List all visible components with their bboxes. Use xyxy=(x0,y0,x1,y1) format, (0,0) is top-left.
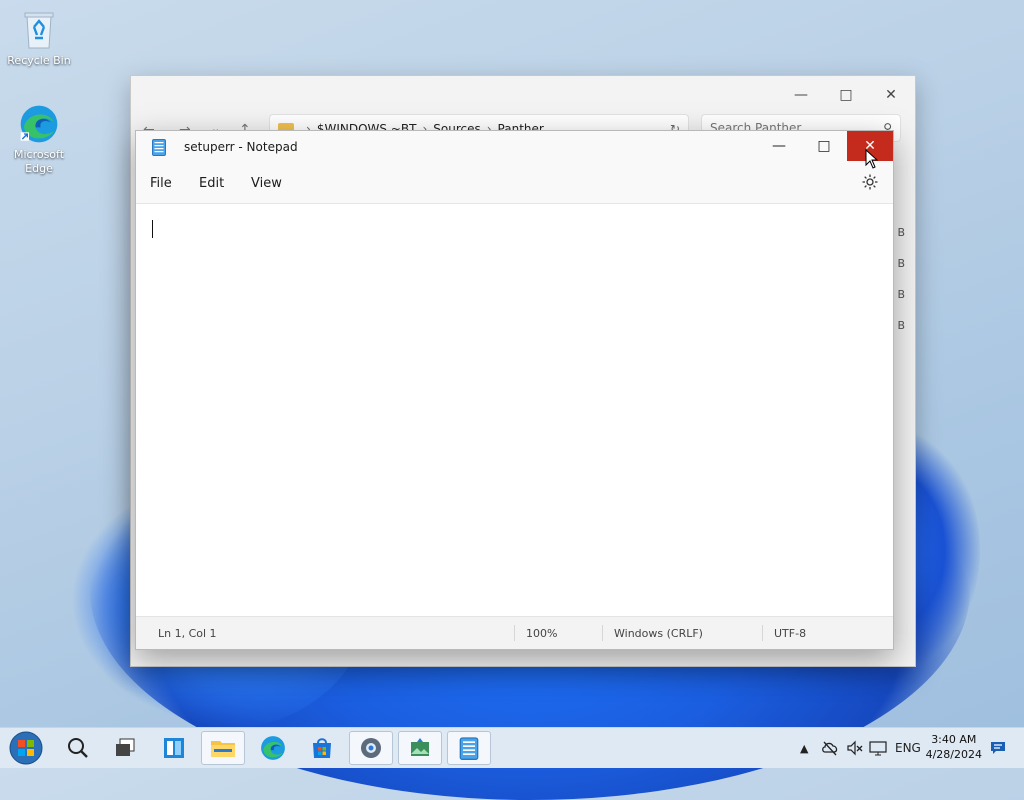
edge-taskbar-button[interactable] xyxy=(251,731,295,765)
image-app-icon xyxy=(411,738,429,756)
menu-bar: File Edit View xyxy=(136,169,893,199)
status-divider xyxy=(762,625,763,641)
window-title: setuperr - Notepad xyxy=(184,140,298,154)
recycle-bin-label: Recycle Bin xyxy=(7,54,71,67)
cursor-position: Ln 1, Col 1 xyxy=(158,627,217,640)
explorer-maximize-button[interactable]: □ xyxy=(826,82,866,108)
explorer-minimize-button[interactable]: — xyxy=(781,82,821,108)
system-clock[interactable]: 3:40 AM 4/28/2024 xyxy=(926,732,982,762)
volume-muted-icon[interactable] xyxy=(846,728,864,768)
status-divider xyxy=(602,625,603,641)
start-orb-icon xyxy=(9,731,43,765)
notepad-icon xyxy=(459,737,479,760)
settings-icon xyxy=(361,738,381,758)
settings-gear-icon[interactable] xyxy=(861,173,879,191)
file-size-suffix: B xyxy=(897,319,905,332)
store-icon xyxy=(313,738,331,758)
menu-file[interactable]: File xyxy=(150,176,172,191)
widgets-icon xyxy=(164,738,184,758)
minimize-button[interactable]: — xyxy=(756,131,802,161)
text-caret xyxy=(152,220,153,238)
mouse-pointer-icon xyxy=(865,149,879,169)
search-icon xyxy=(68,738,88,758)
edge-label: Microsoft Edge xyxy=(13,148,65,175)
taskbar: ▲ ENG 3:40 AM 4/28/2024 xyxy=(0,727,1024,768)
recycle-bin-icon xyxy=(19,10,59,50)
desktop-icon-edge[interactable]: Microsoft Edge xyxy=(4,104,74,176)
store-taskbar-button[interactable] xyxy=(300,731,344,765)
settings-taskbar-button[interactable] xyxy=(349,731,393,765)
status-bar: Ln 1, Col 1 100% Windows (CRLF) UTF-8 xyxy=(136,616,893,649)
task-view-icon xyxy=(116,738,135,756)
edge-icon xyxy=(19,104,59,144)
edge-icon xyxy=(261,736,285,760)
notepad-titlebar[interactable]: setuperr - Notepad — □ ✕ xyxy=(136,131,893,163)
clock-date: 4/28/2024 xyxy=(925,748,982,761)
widgets-button[interactable] xyxy=(152,731,196,765)
line-ending: Windows (CRLF) xyxy=(614,627,703,640)
notepad-app-icon xyxy=(152,139,166,156)
notifications-icon[interactable] xyxy=(990,728,1006,768)
explorer-close-button[interactable]: ✕ xyxy=(871,82,911,108)
status-divider xyxy=(514,625,515,641)
text-editor-area[interactable] xyxy=(136,203,893,617)
start-button[interactable] xyxy=(4,731,48,765)
clock-time: 3:40 AM xyxy=(931,733,977,746)
file-size-suffix: B xyxy=(897,257,905,270)
folder-icon xyxy=(211,741,235,757)
file-size-suffix: B xyxy=(897,226,905,239)
input-language[interactable]: ENG xyxy=(895,728,921,768)
network-offline-icon[interactable] xyxy=(821,728,839,768)
file-explorer-taskbar-button[interactable] xyxy=(201,731,245,765)
maximize-button[interactable]: □ xyxy=(801,131,847,161)
task-view-button[interactable] xyxy=(104,731,148,765)
search-button[interactable] xyxy=(56,731,100,765)
encoding: UTF-8 xyxy=(774,627,807,640)
menu-edit[interactable]: Edit xyxy=(199,176,224,191)
photos-taskbar-button[interactable] xyxy=(398,731,442,765)
notepad-taskbar-button[interactable] xyxy=(447,731,491,765)
show-hidden-icons-chevron[interactable]: ▲ xyxy=(800,728,808,768)
zoom-level: 100% xyxy=(526,627,558,640)
desktop-icon-recycle-bin[interactable]: Recycle Bin xyxy=(4,10,74,68)
menu-view[interactable]: View xyxy=(251,176,282,191)
file-size-suffix: B xyxy=(897,288,905,301)
notepad-window[interactable]: setuperr - Notepad — □ ✕ File Edit View … xyxy=(135,130,894,650)
display-device-icon[interactable] xyxy=(869,728,887,768)
